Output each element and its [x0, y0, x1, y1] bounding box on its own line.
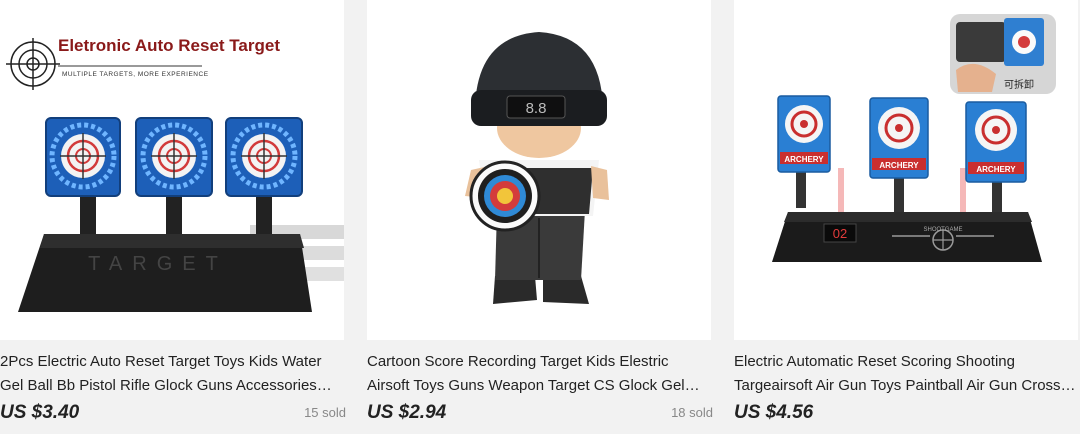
target-base: 02 SHOOTGAME: [772, 212, 1042, 262]
archery-target-icon: [469, 160, 541, 232]
soldier-figure: 8.8: [465, 32, 609, 304]
target-panel-middle: [135, 117, 213, 242]
archery-target-middle: ARCHERY: [869, 97, 929, 212]
score-display: 02: [833, 226, 847, 241]
target-label: ARCHERY: [879, 161, 919, 170]
archery-target-right: ARCHERY: [965, 101, 1027, 212]
visor-display: 8.8: [526, 100, 547, 117]
target-base: TARGET: [18, 234, 312, 312]
product-card[interactable]: Eletronic Auto Reset Target MULTIPLE TAR…: [0, 0, 346, 434]
product-card[interactable]: 可拆卸 ARCHERY ARCHERY ARCHERY 02 SHOOTGAME…: [734, 0, 1080, 434]
product-title[interactable]: Electric Automatic Reset Scoring Shootin…: [734, 350, 1080, 398]
target-panel-left: [45, 117, 121, 242]
product-image[interactable]: Eletronic Auto Reset Target MULTIPLE TAR…: [0, 0, 344, 340]
brand-label: SHOOTGAME: [923, 227, 962, 233]
product-price: US $3.40: [0, 402, 80, 423]
base-label: TARGET: [88, 253, 228, 275]
banner-title: Eletronic Auto Reset Target: [58, 36, 280, 55]
product-title[interactable]: Cartoon Score Recording Target Kids Eles…: [367, 350, 713, 398]
sold-count: 15 sold: [304, 405, 346, 420]
sold-count: 18 sold: [671, 405, 713, 420]
product-title[interactable]: 2Pcs Electric Auto Reset Target Toys Kid…: [0, 350, 346, 398]
product-card[interactable]: 8.8 Cartoon Score Recording Target Kids …: [367, 0, 713, 434]
inset-detail-photo: 可拆卸: [950, 14, 1056, 94]
banner-subtitle: MULTIPLE TARGETS, MORE EXPERIENCE: [62, 71, 209, 78]
crosshair-logo-icon: [6, 38, 60, 90]
product-price: US $4.56: [734, 402, 814, 423]
target-label: ARCHERY: [976, 165, 1016, 174]
archery-target-left: ARCHERY: [777, 95, 831, 208]
product-image[interactable]: 8.8: [367, 0, 711, 340]
inset-label: 可拆卸: [1004, 78, 1034, 91]
product-price: US $2.94: [367, 402, 447, 423]
product-image[interactable]: 可拆卸 ARCHERY ARCHERY ARCHERY 02 SHOOTGAME: [734, 0, 1078, 340]
target-panel-right: [225, 117, 303, 242]
target-label: ARCHERY: [784, 155, 824, 164]
